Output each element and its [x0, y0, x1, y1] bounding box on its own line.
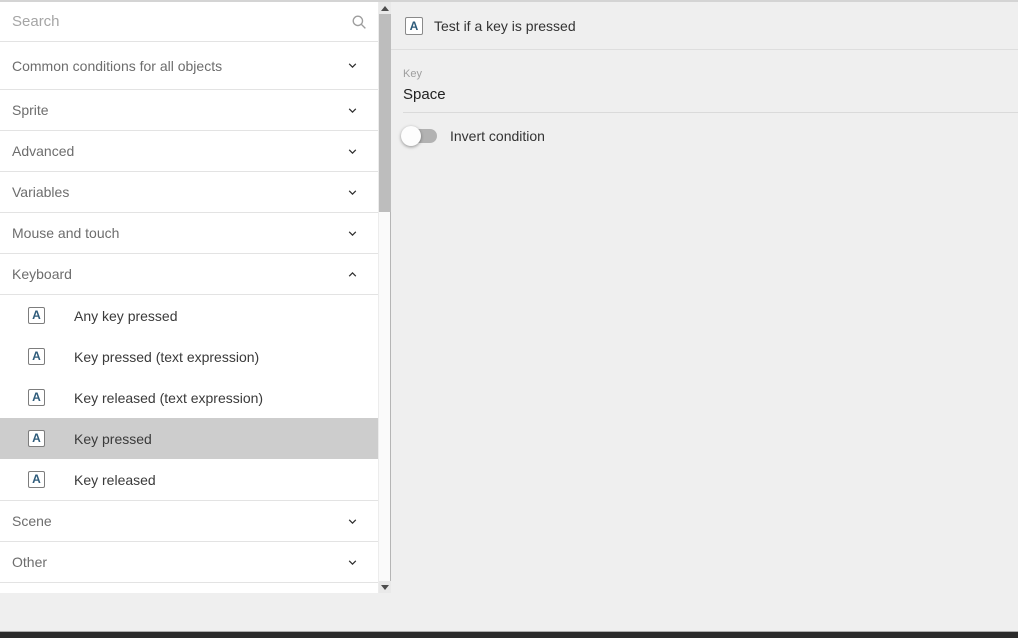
condition-label: Key released (text expression) — [74, 390, 263, 406]
scroll-up-arrow-icon — [381, 6, 389, 11]
key-field-input[interactable]: Space — [403, 86, 1018, 113]
condition-item-any-key-pressed[interactable]: A Any key pressed — [0, 295, 378, 336]
category-label: Advanced — [12, 143, 74, 159]
category-label: Keyboard — [12, 266, 72, 282]
conditions-sidebar: Common conditions for all objects Sprite… — [0, 2, 378, 593]
detail-header: A Test if a key is pressed — [391, 2, 1018, 50]
category-common-conditions[interactable]: Common conditions for all objects — [0, 42, 378, 90]
category-label: Sprite — [12, 102, 49, 118]
keyboard-items-group: A Any key pressed A Key pressed (text ex… — [0, 295, 378, 501]
condition-item-key-released-text-expression[interactable]: A Key released (text expression) — [0, 377, 378, 418]
dialog-main: Common conditions for all objects Sprite… — [0, 2, 1018, 593]
search-input[interactable] — [12, 13, 350, 30]
condition-label: Any key pressed — [74, 308, 178, 324]
category-label: Mouse and touch — [12, 225, 119, 241]
keyboard-key-icon: A — [28, 430, 45, 447]
invert-condition-row: Invert condition — [391, 126, 1018, 146]
dialog-footer — [0, 593, 1018, 631]
toggle-thumb — [401, 126, 421, 146]
key-field-label: Key — [403, 68, 1018, 80]
category-other[interactable]: Other — [0, 542, 378, 583]
chevron-down-icon — [345, 144, 360, 159]
category-mouse-and-touch[interactable]: Mouse and touch — [0, 213, 378, 254]
invert-condition-toggle[interactable] — [403, 126, 437, 146]
condition-item-key-pressed-text-expression[interactable]: A Key pressed (text expression) — [0, 336, 378, 377]
chevron-down-icon — [345, 103, 360, 118]
chevron-down-icon — [345, 555, 360, 570]
keyboard-key-icon: A — [28, 307, 45, 324]
chevron-down-icon — [345, 514, 360, 529]
detail-title: Test if a key is pressed — [434, 18, 576, 34]
chevron-down-icon — [345, 226, 360, 241]
sidebar-scrollbar[interactable] — [378, 2, 391, 593]
keyboard-key-icon: A — [28, 348, 45, 365]
condition-item-key-pressed[interactable]: A Key pressed — [0, 418, 378, 459]
category-advanced[interactable]: Advanced — [0, 131, 378, 172]
category-label: Scene — [12, 513, 52, 529]
bottom-bar — [0, 631, 1018, 638]
condition-label: Key pressed (text expression) — [74, 349, 259, 365]
category-keyboard[interactable]: Keyboard — [0, 254, 378, 295]
condition-detail-panel: A Test if a key is pressed Key Space Inv… — [391, 2, 1018, 593]
chevron-up-icon — [345, 267, 360, 282]
category-variables[interactable]: Variables — [0, 172, 378, 213]
search-icon — [350, 13, 368, 31]
category-sprite[interactable]: Sprite — [0, 90, 378, 131]
chevron-down-icon — [345, 185, 360, 200]
condition-label: Key released — [74, 472, 156, 488]
category-label: Variables — [12, 184, 69, 200]
invert-condition-label: Invert condition — [450, 128, 545, 144]
category-label: Other — [12, 554, 47, 570]
category-scene[interactable]: Scene — [0, 501, 378, 542]
keyboard-key-icon: A — [405, 17, 423, 35]
choose-condition-dialog: Common conditions for all objects Sprite… — [0, 0, 1018, 638]
keyboard-key-icon: A — [28, 471, 45, 488]
keyboard-key-icon: A — [28, 389, 45, 406]
key-field: Key Space — [391, 68, 1018, 113]
category-label: Common conditions for all objects — [12, 58, 222, 74]
scroll-up-button[interactable] — [379, 2, 391, 14]
scroll-down-arrow-icon — [381, 585, 389, 590]
scroll-down-button[interactable] — [379, 581, 391, 593]
condition-item-key-released[interactable]: A Key released — [0, 459, 378, 500]
search-bar — [0, 2, 378, 42]
chevron-down-icon — [345, 58, 360, 73]
condition-label: Key pressed — [74, 431, 152, 447]
partial-next-row — [0, 583, 378, 593]
scrollbar-thumb[interactable] — [379, 14, 391, 212]
